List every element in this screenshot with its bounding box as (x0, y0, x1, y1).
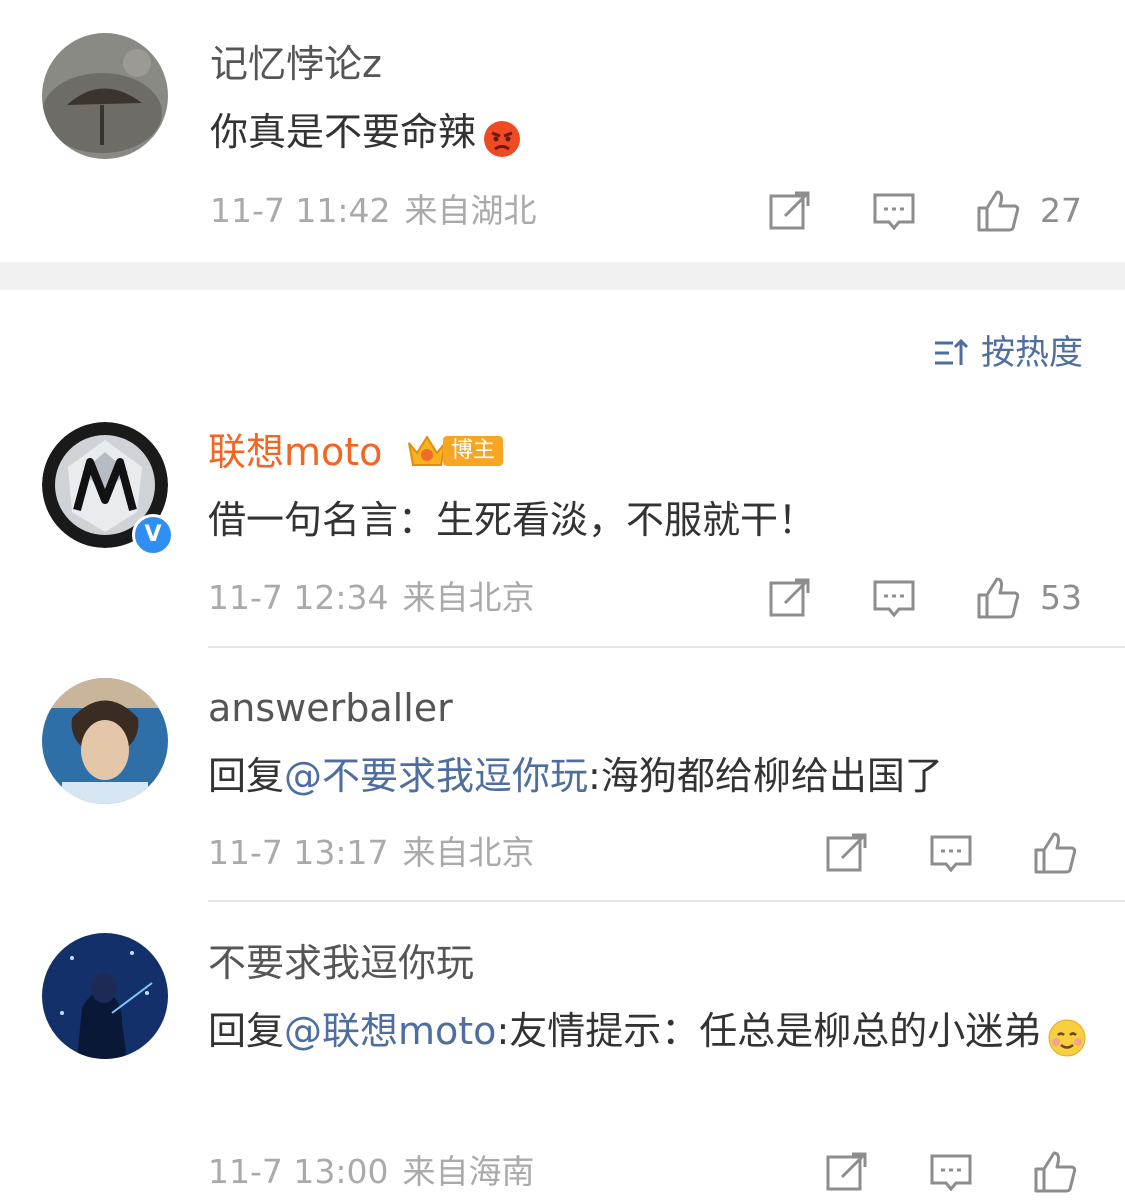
share-button[interactable] (765, 186, 815, 236)
avatar[interactable] (42, 933, 168, 1059)
thumbs-up-icon (977, 190, 1020, 232)
thumbs-up-icon (1034, 1151, 1077, 1193)
username[interactable]: 联想moto (208, 430, 382, 474)
share-icon (769, 578, 810, 617)
share-icon (769, 191, 810, 230)
comment-icon (930, 1154, 972, 1192)
reply-prefix: 回复 (208, 1009, 285, 1053)
like-count: 27 (1040, 191, 1082, 230)
avatar[interactable] (42, 33, 168, 159)
reply-prefix: 回复 (208, 754, 285, 798)
comment-meta: 11-7 13:00 来自海南 (208, 1152, 535, 1192)
comment-text: 你真是不要命辣 (210, 101, 1090, 163)
share-icon (826, 1152, 867, 1191)
comment-text: 回复@联想moto:友情提示：任总是柳总的小迷弟 (208, 1000, 1088, 1062)
share-button[interactable] (822, 1147, 872, 1197)
badge-label: 博主 (443, 436, 504, 466)
share-button[interactable] (765, 573, 815, 623)
comment-button[interactable] (869, 573, 919, 623)
comment-text: 借一句名言：生死看淡，不服就干！ (208, 498, 817, 542)
like-button[interactable] (1030, 828, 1080, 878)
sort-icon (935, 338, 969, 365)
divider (208, 900, 1125, 902)
comment-button[interactable] (926, 1147, 976, 1197)
thumbs-up-icon (1034, 832, 1077, 874)
location: 来自海南 (402, 1152, 535, 1191)
location: 来自湖北 (404, 191, 537, 230)
mention-link[interactable]: @联想moto (284, 1009, 496, 1053)
username[interactable]: 不要求我逗你玩 (208, 941, 474, 985)
angry-face-icon (482, 115, 522, 157)
timestamp: 11-7 12:34 (208, 578, 389, 617)
share-icon (826, 833, 867, 872)
like-button[interactable] (973, 186, 1023, 236)
comment-button[interactable] (869, 186, 919, 236)
comment-body: :友情提示：任总是柳总的小迷弟 (496, 1009, 1042, 1053)
timestamp: 11-7 11:42 (210, 191, 391, 230)
verified-badge: V (132, 514, 174, 556)
comment-meta: 11-7 13:17 来自北京 (208, 833, 535, 873)
location: 来自北京 (402, 578, 535, 617)
username[interactable]: answerballer (208, 686, 453, 730)
divider (208, 646, 1125, 648)
sort-label: 按热度 (981, 333, 1083, 373)
comment-meta: 11-7 11:42 来自湖北 (210, 191, 537, 231)
comment-icon (930, 835, 972, 873)
avatar[interactable] (42, 678, 168, 804)
comment-meta: 11-7 12:34 来自北京 (208, 578, 535, 618)
timestamp: 11-7 13:00 (208, 1152, 389, 1191)
section-separator (0, 262, 1125, 290)
share-button[interactable] (822, 828, 872, 878)
comment-icon (873, 580, 915, 618)
like-button[interactable] (1030, 1147, 1080, 1197)
comment-text: 回复@不要求我逗你玩:海狗都给柳给出国了 (208, 745, 1088, 807)
mention-link[interactable]: @不要求我逗你玩 (284, 754, 588, 798)
comment-body: :海狗都给柳给出国了 (588, 754, 943, 798)
blogger-badge: 博主 (405, 432, 504, 470)
username[interactable]: 记忆悖论z (210, 42, 382, 86)
comment-icon (873, 193, 915, 231)
like-count: 53 (1040, 578, 1082, 617)
location: 来自北京 (402, 833, 535, 872)
timestamp: 11-7 13:17 (208, 833, 389, 872)
comment-button[interactable] (926, 828, 976, 878)
thumbs-up-icon (977, 577, 1020, 619)
sort-toggle[interactable]: 按热度 (933, 332, 1083, 374)
like-button[interactable] (973, 573, 1023, 623)
comment-body: 你真是不要命辣 (210, 110, 477, 154)
smiling-face-icon (1047, 1014, 1087, 1056)
